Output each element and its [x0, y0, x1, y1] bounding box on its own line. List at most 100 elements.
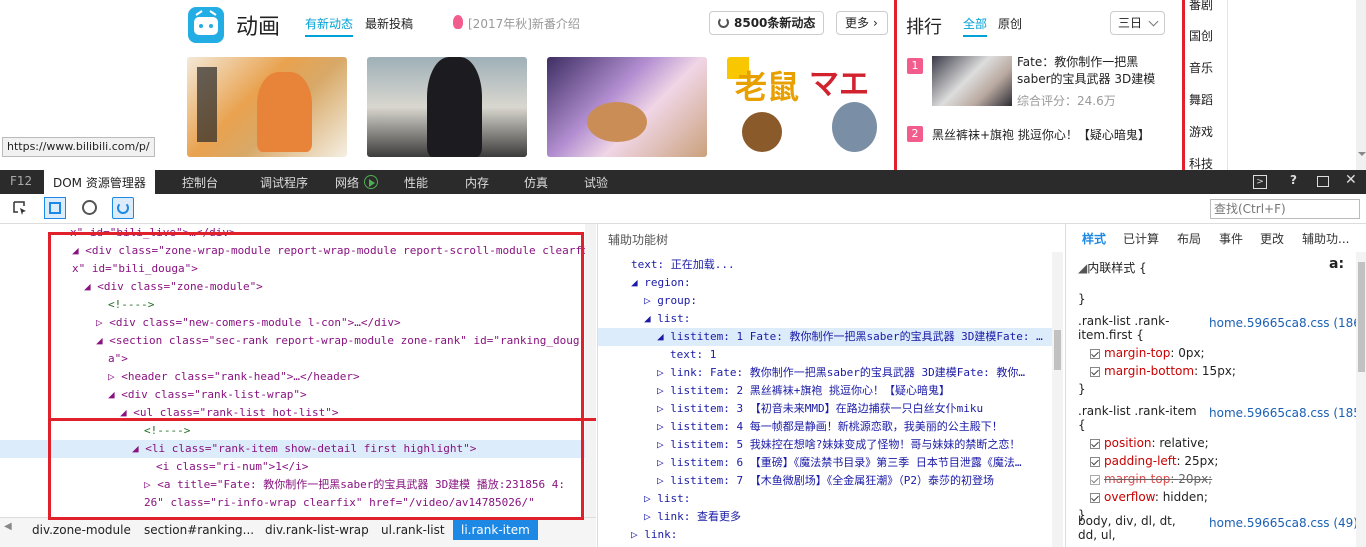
console-toggle-icon[interactable]: > — [1253, 175, 1267, 189]
devtools-toolbar — [0, 194, 1366, 224]
video-thumbnail[interactable] — [187, 57, 347, 157]
style-tab[interactable]: 布局 — [1177, 230, 1201, 247]
highlight-line-dom — [48, 418, 596, 421]
tab-console[interactable]: 控制台 — [182, 174, 218, 191]
style-tab[interactable]: 更改 — [1260, 230, 1284, 247]
find-input[interactable] — [1210, 199, 1360, 219]
style-tab[interactable]: 已计算 — [1123, 230, 1159, 247]
tab-latest-posts[interactable]: 最新投稿 — [365, 15, 413, 32]
css-property[interactable]: overflow: hidden; — [1090, 488, 1208, 506]
css-source-link[interactable]: home.59665ca8.css (1860) — [1209, 314, 1366, 332]
acc-node-line[interactable]: ▷ list: — [598, 490, 1052, 508]
tab-network[interactable]: 网络 — [335, 174, 359, 191]
side-category[interactable]: 国创 — [1189, 27, 1213, 44]
more-button[interactable]: 更多 › — [836, 11, 888, 35]
css-property[interactable]: margin-top: 20px; — [1090, 470, 1212, 488]
new-rule-icon[interactable]: a: — [1329, 256, 1344, 272]
breadcrumb-item[interactable]: div.zone-module — [32, 520, 131, 540]
acc-node-line[interactable]: ◢ list: — [598, 310, 1052, 328]
devtools-tab-bar: F12 DOM 资源管理器 控制台 调试程序 网络 性能 内存 仿真 试验 > … — [0, 170, 1366, 194]
side-category[interactable]: 游戏 — [1189, 123, 1213, 140]
tab-emulation[interactable]: 仿真 — [524, 174, 548, 191]
breadcrumb-item[interactable]: li.rank-item — [453, 520, 538, 540]
target-icon[interactable] — [82, 200, 97, 215]
select-element-icon[interactable] — [12, 200, 28, 216]
checkbox-icon[interactable] — [1090, 438, 1100, 449]
acc-node-line[interactable]: ▷ group: — [598, 292, 1052, 310]
side-category[interactable]: 科技 — [1189, 155, 1213, 170]
acc-node-line[interactable]: ▷ link: Fate: 教你制作一把黑saber的宝具武器 3D建模Fate… — [598, 364, 1052, 382]
acc-node-line[interactable]: ▷ link: — [598, 526, 1052, 544]
tab-experiments[interactable]: 试验 — [584, 174, 608, 191]
douga-logo-icon — [188, 7, 224, 43]
video-thumbnail[interactable] — [547, 57, 707, 157]
checkbox-icon[interactable] — [1090, 456, 1100, 467]
close-icon[interactable]: ✕ — [1345, 172, 1357, 188]
css-property[interactable]: margin-bottom: 15px; — [1090, 362, 1236, 380]
tab-f12[interactable]: F12 — [10, 174, 32, 188]
side-category[interactable]: 音乐 — [1189, 59, 1213, 76]
styles-scrollbar[interactable] — [1356, 252, 1366, 547]
acc-node-line[interactable]: text: 1 — [598, 346, 1052, 364]
checkbox-icon[interactable] — [1090, 474, 1100, 485]
highlight-box-icon[interactable] — [44, 197, 66, 219]
video-thumbnail[interactable]: 老鼠 マエ — [727, 57, 887, 157]
css-close-brace: } — [1078, 382, 1086, 396]
css-prop-value: 25px; — [1184, 454, 1219, 468]
css-selector[interactable]: .rank-list .rank-item { — [1078, 404, 1198, 432]
tab-dom-explorer[interactable]: DOM 资源管理器 — [44, 170, 155, 194]
breadcrumb-item[interactable]: ul.rank-list — [381, 520, 445, 540]
acc-node-line[interactable]: text: 正在加载... — [598, 256, 1052, 274]
refresh-dom-icon[interactable] — [112, 197, 134, 219]
style-tab[interactable]: 辅助功... — [1302, 230, 1349, 247]
style-tab[interactable]: 事件 — [1219, 230, 1243, 247]
dom-scrollbar[interactable] — [585, 224, 596, 517]
css-prop-value: 0px; — [1178, 346, 1205, 360]
acc-node-line[interactable]: ▷ listitem: 5 我妹控在想啥?妹妹变成了怪物！哥与妹妹的禁断之恋！ — [598, 436, 1052, 454]
acc-node-line[interactable]: ▷ listitem: 2 黑丝裤袜+旗袍 挑逗你心！【疑心暗鬼】 — [598, 382, 1052, 400]
css-source-link[interactable]: home.59665ca8.css (49) — [1209, 514, 1358, 532]
css-property[interactable]: margin-top: 0px; — [1090, 344, 1205, 362]
acc-node-line[interactable]: ◢ region: — [598, 274, 1052, 292]
side-category[interactable]: 舞蹈 — [1189, 91, 1213, 108]
highlight-box-dom-outer — [48, 232, 584, 520]
checkbox-icon[interactable] — [1090, 348, 1100, 359]
promo-link[interactable]: [2017年秋]新番介绍 — [468, 15, 580, 32]
acc-scrollbar[interactable] — [1052, 252, 1063, 547]
acc-node-line[interactable]: ▷ link: 查看更多 — [598, 508, 1052, 526]
inline-style-label: ◢内联样式 { — [1078, 261, 1147, 275]
collapse-icon[interactable]: ◢ — [1078, 261, 1087, 275]
tab-memory[interactable]: 内存 — [465, 174, 489, 191]
acc-node-line[interactable]: ▷ listitem: 3 【初音未来MMD】在路边捕获一只白丝女仆miku — [598, 400, 1052, 418]
record-icon — [364, 175, 378, 189]
style-tab[interactable]: 样式 — [1082, 230, 1106, 247]
breadcrumb-item[interactable]: div.rank-list-wrap — [265, 520, 369, 540]
video-thumbnail[interactable] — [367, 57, 527, 157]
css-property[interactable]: padding-left: 25px; — [1090, 452, 1218, 470]
styles-pane: 样式 已计算 布局 事件 更改 辅助功... ◢内联样式 { a: } .rank-lis… — [1065, 224, 1366, 547]
tab-performance[interactable]: 性能 — [404, 174, 428, 191]
css-source-link[interactable]: home.59665ca8.css (1854) — [1209, 404, 1366, 422]
refresh-icon — [718, 17, 729, 28]
new-dynamics-button[interactable]: 8500条新动态 — [709, 11, 824, 35]
css-prop-name: margin-top — [1104, 472, 1171, 486]
bilibili-page: 动画 有新动态 最新投稿 [2017年秋]新番介绍 8500条新动态 更多 › 老… — [0, 0, 1366, 170]
css-prop-value: 15px; — [1201, 364, 1236, 378]
side-category[interactable]: 番剧 — [1189, 0, 1213, 13]
css-prop-name: position — [1104, 436, 1152, 450]
acc-node-line[interactable]: ▷ listitem: 4 每一帧都是静画！新桃源恋歌，我美丽的公主殿下！ — [598, 418, 1052, 436]
page-scrollbar[interactable] — [1356, 0, 1366, 170]
tab-new-dynamics[interactable]: 有新动态 — [305, 15, 354, 37]
tab-debugger[interactable]: 调试程序 — [260, 174, 308, 191]
breadcrumb-item[interactable]: section#ranking... — [144, 520, 254, 540]
help-icon[interactable]: ? — [1290, 173, 1297, 187]
acc-node-line[interactable]: ◢ listitem: 1 Fate: 教你制作一把黑saber的宝具武器 3D… — [598, 328, 1052, 346]
acc-node-line[interactable]: ▷ listitem: 7 【木鱼微剧场】《全金属狂潮》（P2）泰莎的初登场 — [598, 472, 1052, 490]
acc-node-line[interactable]: ▷ listitem: 6 【重磅】《魔法禁书目录》第三季 日本节目泄露《魔法… — [598, 454, 1052, 472]
undock-icon[interactable] — [1317, 176, 1329, 187]
css-selector[interactable]: body, div, dl, dt, dd, ul, — [1078, 514, 1198, 542]
css-selector[interactable]: .rank-list .rank-item.first { — [1078, 314, 1198, 342]
checkbox-icon[interactable] — [1090, 366, 1100, 377]
css-property[interactable]: position: relative; — [1090, 434, 1209, 452]
checkbox-icon[interactable] — [1090, 492, 1100, 503]
